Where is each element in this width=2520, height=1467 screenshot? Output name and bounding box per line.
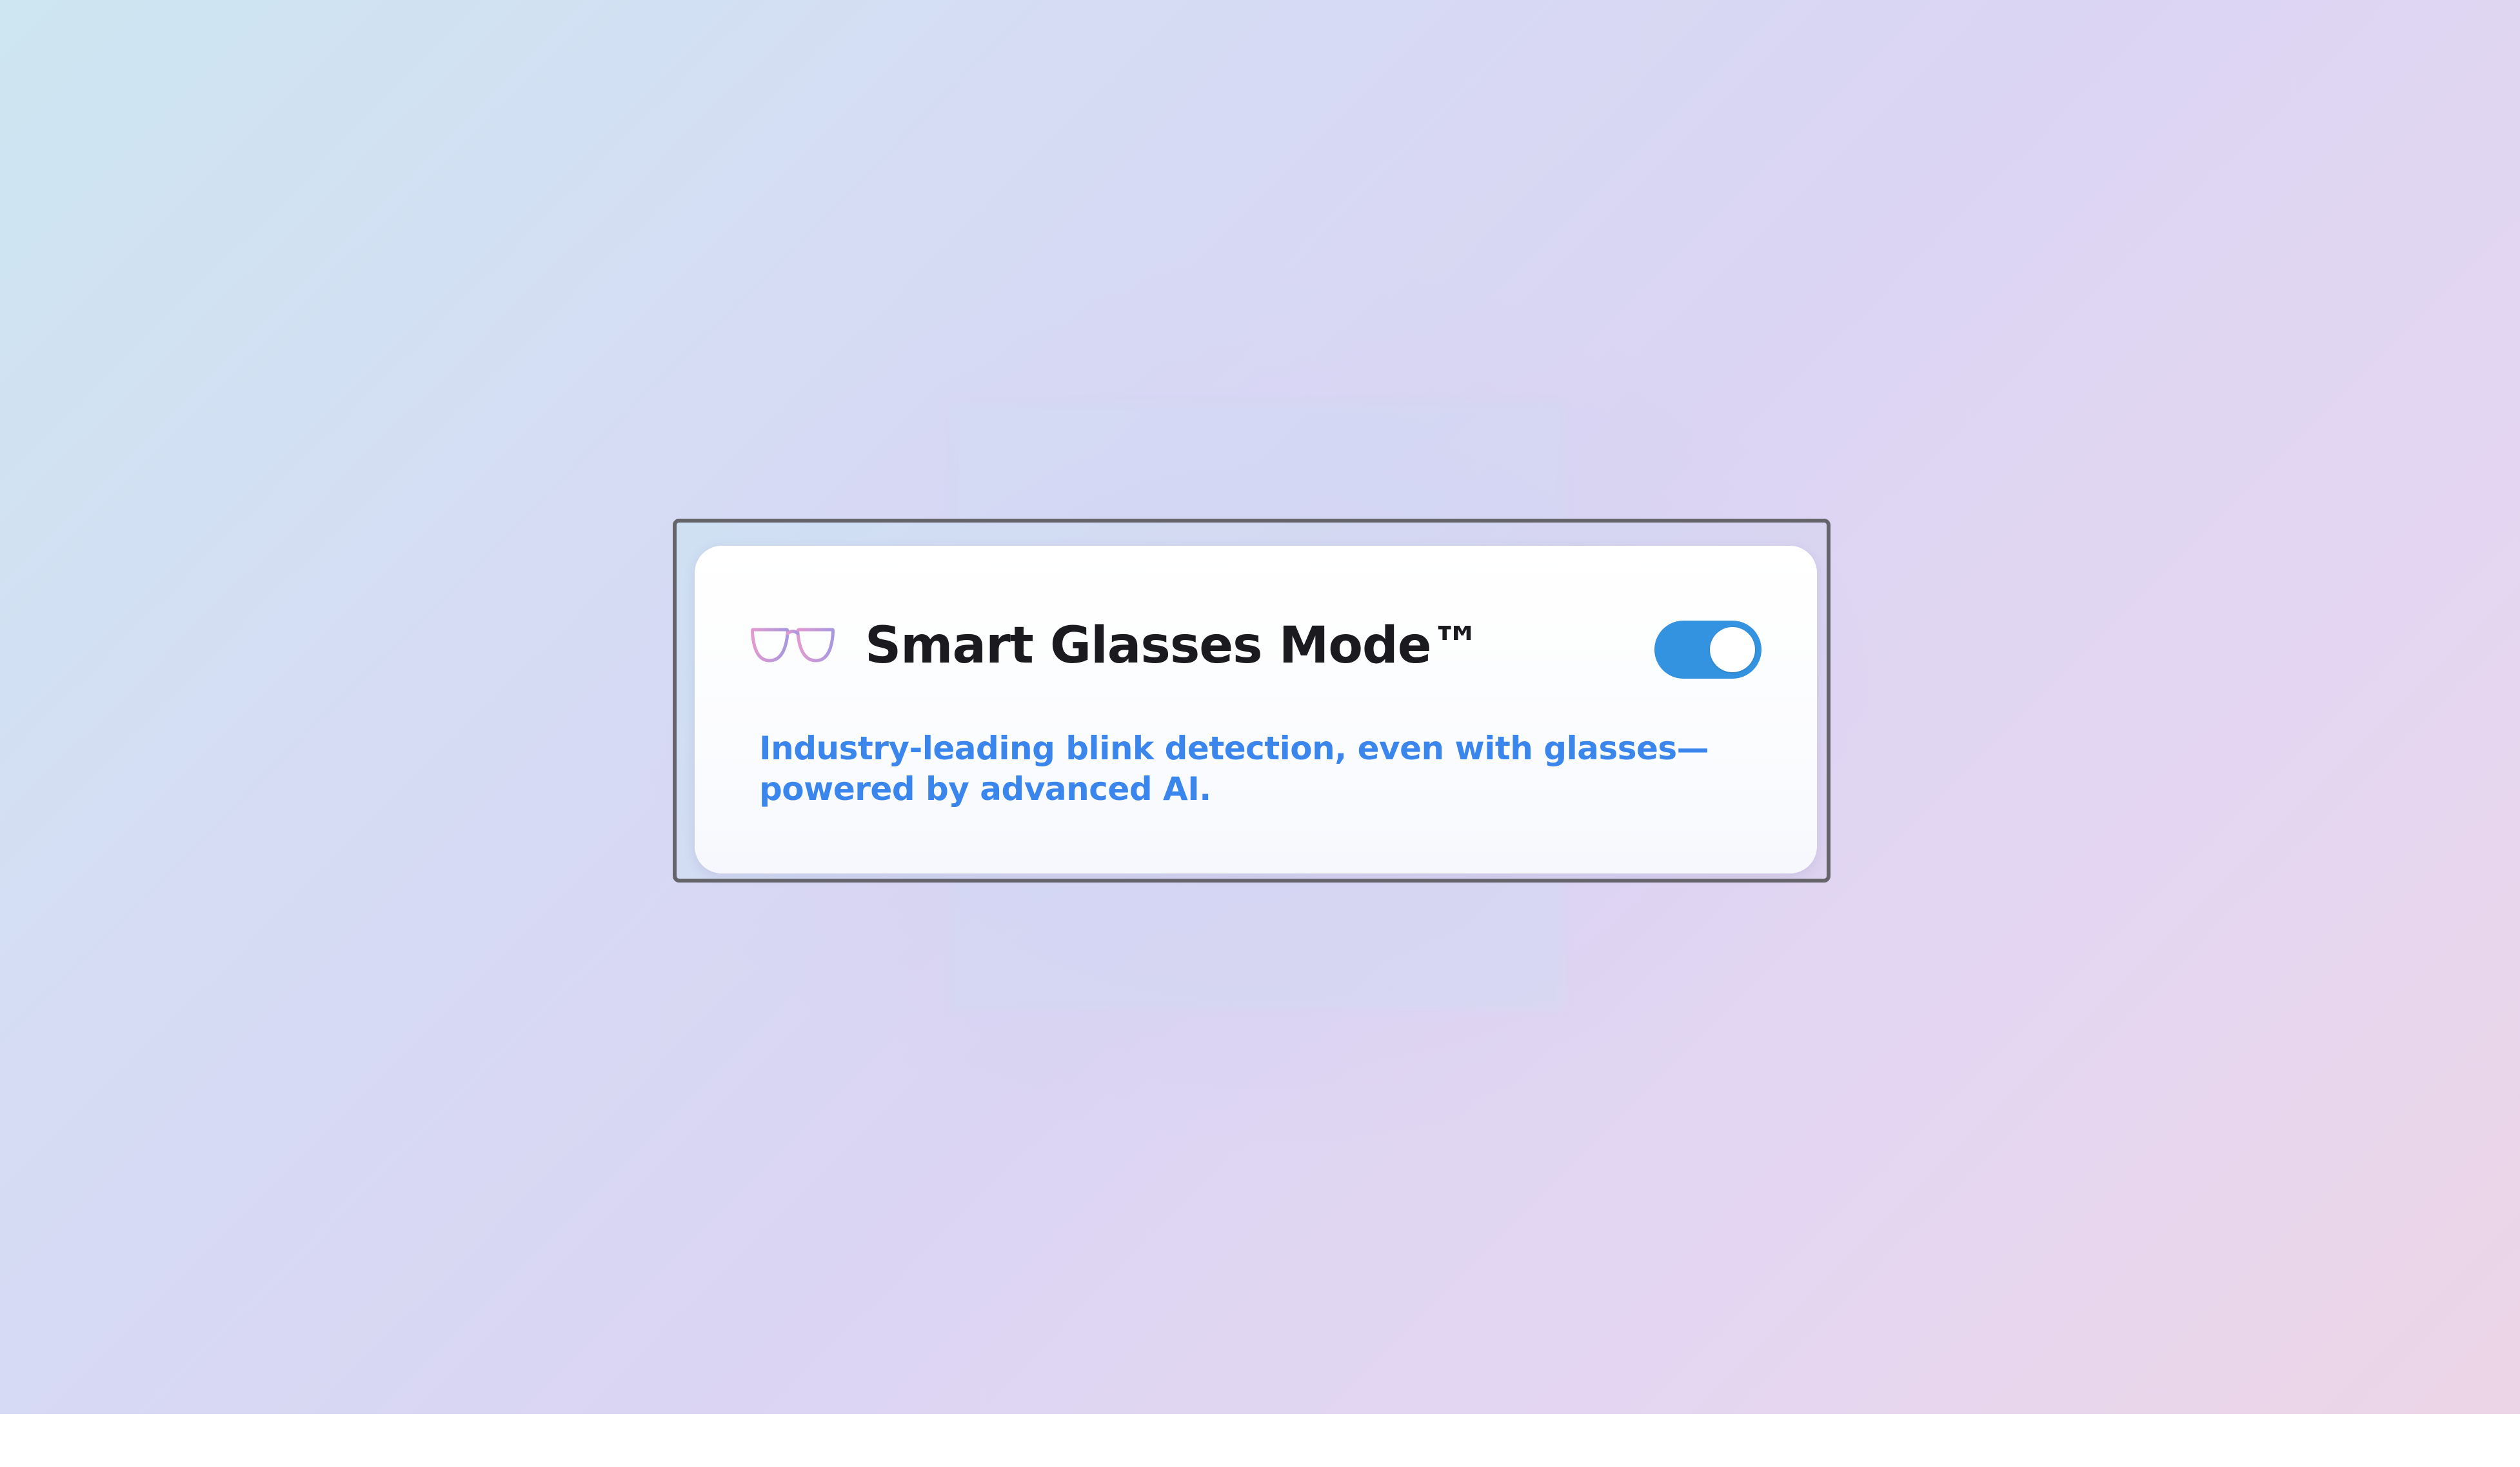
smart-glasses-card: Smart Glasses Mode™ Industry-leading bli… [695, 546, 1817, 873]
toggle-knob [1710, 627, 1755, 672]
description-line: Industry-leading blink detection, even w… [759, 730, 1709, 767]
feature-card-frame: Smart Glasses Mode™ Industry-leading bli… [673, 519, 1830, 883]
glasses-icon [748, 623, 838, 668]
smart-glasses-toggle[interactable] [1654, 621, 1761, 679]
feature-description: Industry-leading blink detection, even w… [759, 728, 1727, 810]
feature-title: Smart Glasses Mode™ [865, 617, 1482, 675]
description-line: powered by advanced AI. [759, 770, 1211, 808]
